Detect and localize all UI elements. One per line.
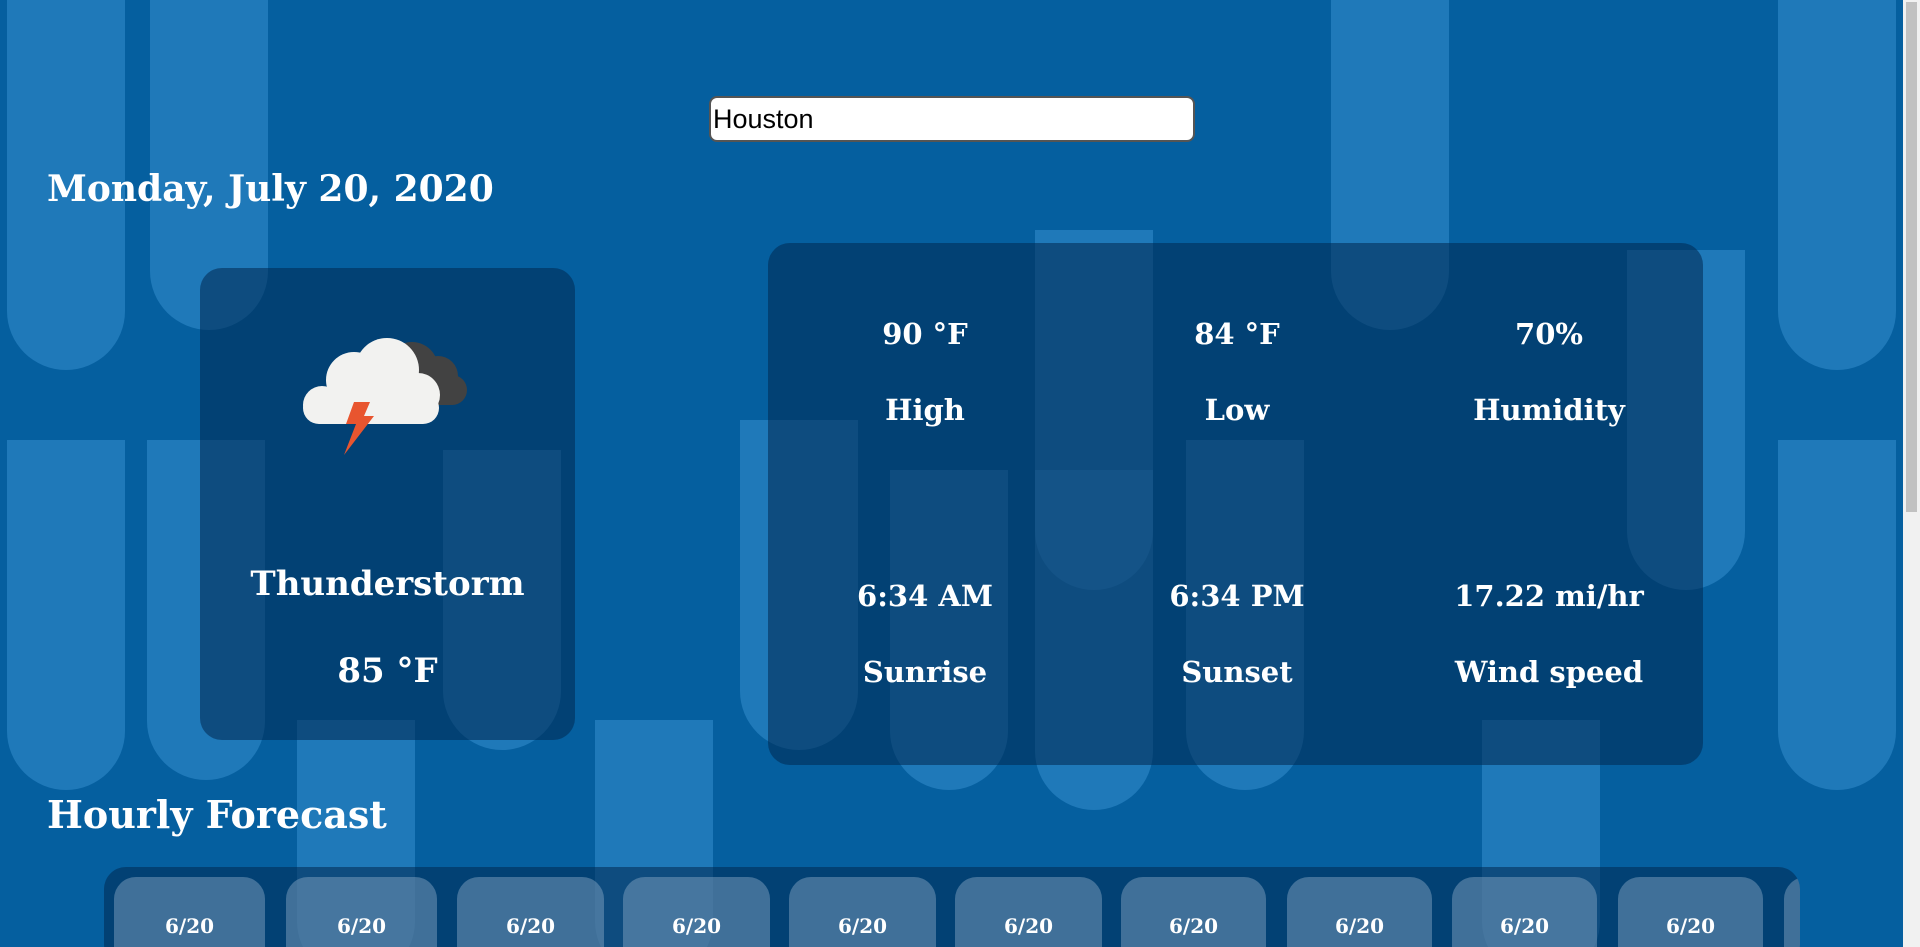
hourly-item[interactable]: 6/20: [457, 877, 604, 947]
hourly-item[interactable]: 6/20: [286, 877, 437, 947]
humidity-value: 70%: [1515, 317, 1583, 351]
low-label: Low: [1204, 393, 1270, 427]
hourly-item[interactable]: 6/20: [1618, 877, 1763, 947]
hourly-forecast-heading: Hourly Forecast: [47, 792, 387, 837]
hourly-item-partial[interactable]: [1784, 877, 1800, 947]
stat-high: 90 °F High: [775, 317, 1075, 427]
hourly-item[interactable]: 6/20: [1121, 877, 1266, 947]
hourly-item[interactable]: 6/20: [114, 877, 265, 947]
hourly-forecast-strip[interactable]: 6/20 6/20 6/20 6/20 6/20 6/20 6/20 6/20 …: [104, 867, 1800, 947]
sunset-value: 6:34 PM: [1169, 579, 1305, 613]
sunrise-value: 6:34 AM: [857, 579, 993, 613]
stat-sunrise: 6:34 AM Sunrise: [775, 579, 1075, 689]
weather-details-card: 90 °F High 84 °F Low 70% Humidity 6:34 A…: [768, 243, 1703, 765]
high-value: 90 °F: [882, 317, 968, 351]
high-label: High: [885, 393, 965, 427]
wind-speed-label: Wind speed: [1454, 655, 1644, 689]
hourly-item[interactable]: 6/20: [955, 877, 1102, 947]
thunderstorm-icon: [303, 338, 467, 455]
city-search-input[interactable]: [709, 96, 1195, 142]
low-value: 84 °F: [1194, 317, 1280, 351]
page-scrollbar[interactable]: [1903, 0, 1920, 947]
sunrise-label: Sunrise: [862, 655, 988, 689]
wind-speed-value: 17.22 mi/hr: [1454, 579, 1644, 613]
stat-wind-speed: 17.22 mi/hr Wind speed: [1399, 579, 1699, 689]
scrollbar-thumb[interactable]: [1906, 2, 1917, 512]
sunset-label: Sunset: [1181, 655, 1293, 689]
current-temperature: 85 °F: [337, 651, 438, 691]
hourly-item[interactable]: 6/20: [1287, 877, 1432, 947]
hourly-item[interactable]: 6/20: [623, 877, 770, 947]
stat-low: 84 °F Low: [1087, 317, 1387, 427]
humidity-label: Humidity: [1473, 393, 1625, 427]
hourly-item[interactable]: 6/20: [789, 877, 936, 947]
current-weather-card: Thunderstorm 85 °F: [200, 268, 575, 740]
current-condition: Thunderstorm: [250, 564, 525, 604]
current-date: Monday, July 20, 2020: [47, 168, 494, 210]
stat-humidity: 70% Humidity: [1399, 317, 1699, 427]
hourly-item[interactable]: 6/20: [1452, 877, 1597, 947]
stat-sunset: 6:34 PM Sunset: [1087, 579, 1387, 689]
